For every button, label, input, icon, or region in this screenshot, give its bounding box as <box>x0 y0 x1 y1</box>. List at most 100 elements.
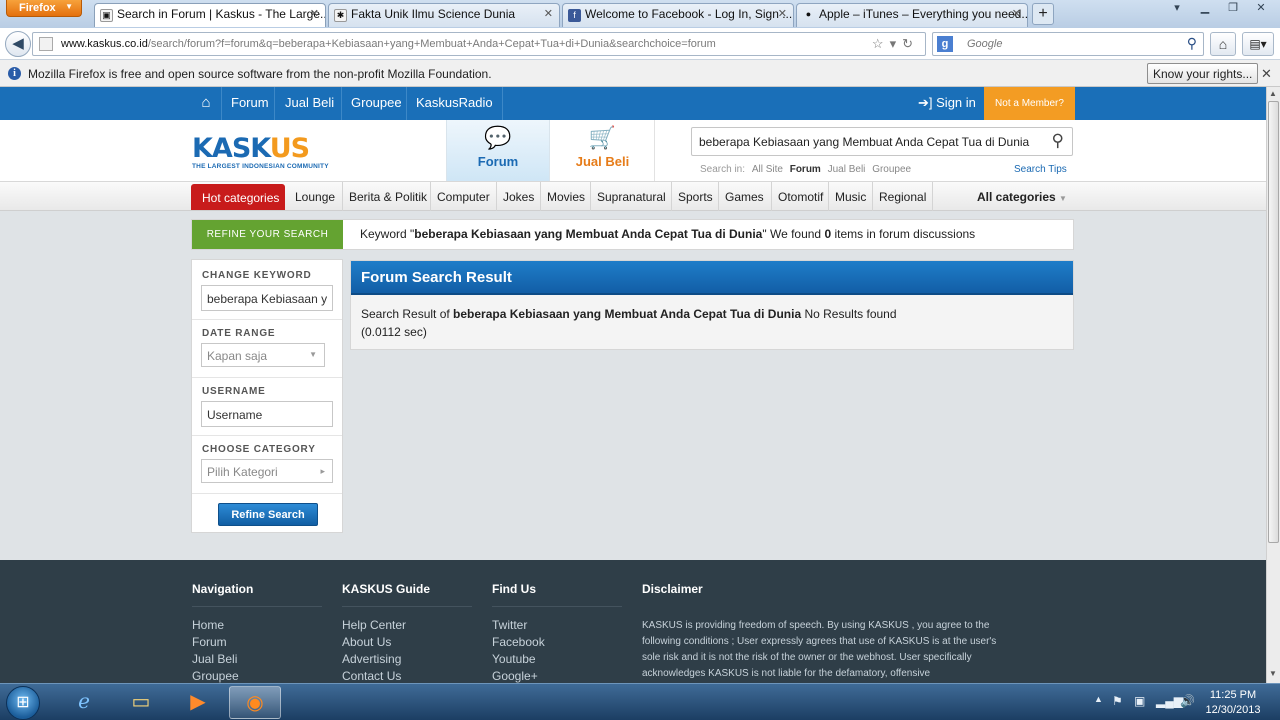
address-bar[interactable]: www.kaskus.co.id/search/forum?f=forum&q=… <box>32 32 926 56</box>
home-button[interactable]: ⌂ <box>1210 32 1236 56</box>
category-games[interactable]: Games <box>718 182 764 211</box>
close-tab-icon[interactable]: ✕ <box>310 7 319 20</box>
topnav-forum[interactable]: Forum <box>221 87 278 120</box>
close-window-icon[interactable]: ✕ <box>1248 1 1274 17</box>
footer-link-twitter[interactable]: Twitter <box>492 618 527 632</box>
search-in-forum[interactable]: Forum <box>790 164 821 175</box>
search-icon[interactable]: ⚲ <box>1052 131 1064 151</box>
footer-link-home[interactable]: Home <box>192 618 224 632</box>
category-berita-politik[interactable]: Berita & Politik <box>342 182 427 211</box>
footer-link-forum[interactable]: Forum <box>192 635 227 649</box>
footer-link-advertising[interactable]: Advertising <box>342 652 401 666</box>
footer-navigation-title: Navigation <box>192 582 254 596</box>
category-music[interactable]: Music <box>828 182 866 211</box>
category-sports[interactable]: Sports <box>671 182 713 211</box>
close-tab-icon[interactable]: ✕ <box>1012 7 1021 20</box>
category-select[interactable]: Pilih Kategori ▸ <box>201 459 333 483</box>
start-button[interactable]: ⊞ <box>6 686 40 720</box>
section-jual-beli-tab[interactable]: 🛒 Jual Beli <box>551 120 655 181</box>
category-bar: Hot categories Lounge Berita & Politik C… <box>0 182 1266 211</box>
tab-fakta-unik[interactable]: ✱ Fakta Unik Ilmu Science Dunia ✕ <box>328 3 560 27</box>
network-signal-icon[interactable]: ▂▄▆ <box>1156 694 1183 708</box>
topnav-groupee[interactable]: Groupee <box>341 87 411 120</box>
device-icon[interactable]: ▣ <box>1134 694 1145 708</box>
tab-facebook[interactable]: f Welcome to Facebook - Log In, Sign ...… <box>562 3 794 27</box>
apple-favicon-icon: ● <box>805 9 812 19</box>
screen: Firefox ▼ ▣ Search in Forum | Kaskus - Th… <box>0 0 1280 720</box>
footer-link-google-plus[interactable]: Google+ <box>492 669 538 683</box>
footer-link-jual-beli[interactable]: Jual Beli <box>192 652 237 666</box>
close-notification-icon[interactable]: ✕ <box>1261 66 1272 82</box>
section-forum-tab[interactable]: 💬 Forum <box>446 120 550 181</box>
divider <box>492 606 622 607</box>
footer-link-about-us[interactable]: About Us <box>342 635 391 649</box>
tab-apple-itunes[interactable]: ● Apple – iTunes – Everything you need..… <box>796 3 1028 27</box>
category-movies[interactable]: Movies <box>540 182 585 211</box>
volume-icon[interactable]: 🔊 <box>1180 694 1195 708</box>
category-computer[interactable]: Computer <box>430 182 490 211</box>
not-member-button[interactable]: Not a Member? <box>984 87 1075 120</box>
home-nav-button[interactable]: ⌂ <box>191 87 221 120</box>
hot-categories-button[interactable]: Hot categories <box>191 184 285 210</box>
change-keyword-label: CHANGE KEYWORD <box>202 270 312 281</box>
category-jokes[interactable]: Jokes <box>496 182 534 211</box>
sign-in-link[interactable]: ➔] Sign in <box>918 87 976 120</box>
tab-list-icon[interactable]: ▾ <box>1164 1 1190 17</box>
search-in-jual-beli[interactable]: Jual Beli <box>828 164 866 175</box>
file-explorer-icon[interactable]: ▭ <box>115 686 167 719</box>
history-dropdown-icon[interactable]: ▾ <box>890 36 903 51</box>
divider <box>192 319 342 320</box>
minimize-icon[interactable]: ▁ <box>1192 1 1218 17</box>
category-otomotif[interactable]: Otomotif <box>771 182 823 211</box>
close-tab-icon[interactable]: ✕ <box>778 7 787 20</box>
kaskus-logo[interactable]: KASKUS THE LARGEST INDONESIAN COMMUNITY <box>192 135 362 175</box>
keyword-input[interactable]: beberapa Kebiasaan y <box>201 285 333 311</box>
footer-link-help-center[interactable]: Help Center <box>342 618 406 632</box>
scroll-up-icon[interactable]: ▲ <box>1269 89 1277 98</box>
restore-icon[interactable]: ❐ <box>1220 1 1246 17</box>
show-hidden-icons-icon[interactable]: ▲ <box>1094 694 1103 704</box>
topnav-jual-beli[interactable]: Jual Beli <box>274 87 344 120</box>
refine-search-button[interactable]: Refine Search <box>218 503 318 526</box>
bookmark-star-icon[interactable]: ☆ <box>872 36 890 51</box>
close-tab-icon[interactable]: ✕ <box>544 7 553 20</box>
footer-link-groupee[interactable]: Groupee <box>192 669 239 683</box>
new-tab-button[interactable]: + <box>1032 3 1054 25</box>
tab-kaskus-search[interactable]: ▣ Search in Forum | Kaskus - The Large..… <box>94 3 326 27</box>
all-categories-dropdown[interactable]: All categories ▼ <box>977 182 1067 211</box>
category-supranatural[interactable]: Supranatural <box>590 182 666 211</box>
result-time: (0.0112 sec) <box>361 325 427 339</box>
scroll-down-icon[interactable]: ▼ <box>1269 669 1277 678</box>
category-lounge[interactable]: Lounge <box>289 182 335 211</box>
firefox-menu-button[interactable]: Firefox ▼ <box>6 0 82 17</box>
site-search-input[interactable]: beberapa Kebiasaan yang Membuat Anda Cep… <box>691 127 1073 156</box>
google-icon[interactable]: g <box>937 36 953 52</box>
scrollbar-thumb[interactable] <box>1268 101 1279 543</box>
search-tips-link[interactable]: Search Tips <box>1014 164 1067 175</box>
vertical-scrollbar[interactable]: ▲ ▼ <box>1266 87 1280 683</box>
flag-icon[interactable]: ⚑ <box>1112 694 1123 708</box>
clock[interactable]: 11:25 PM 12/30/2013 <box>1198 688 1268 718</box>
bookmarks-button[interactable]: ▤▾ <box>1242 32 1274 56</box>
chevron-right-icon: ▸ <box>320 466 325 476</box>
internet-explorer-icon[interactable]: ℯ <box>58 686 110 719</box>
topnav-label: Forum <box>231 95 269 110</box>
topnav-kaskusradio[interactable]: KaskusRadio <box>406 87 503 120</box>
media-player-icon[interactable]: ▶ <box>172 686 224 719</box>
search-icon[interactable]: ⚲ <box>1187 35 1197 52</box>
result-prefix: Search Result of <box>361 307 454 321</box>
reload-icon[interactable]: ↻ <box>902 36 919 51</box>
search-in-all-site[interactable]: All Site <box>752 164 783 175</box>
back-button[interactable]: ◀ <box>5 31 31 57</box>
username-input[interactable]: Username <box>201 401 333 427</box>
footer-link-contact-us[interactable]: Contact Us <box>342 669 401 683</box>
date-range-select[interactable]: Kapan saja ▼ <box>201 343 325 367</box>
know-your-rights-button[interactable]: Know your rights... <box>1147 63 1259 84</box>
firefox-taskbar-icon[interactable]: ◉ <box>229 686 281 719</box>
footer-link-youtube[interactable]: Youtube <box>492 652 536 666</box>
web-search-box[interactable]: g Google ⚲ <box>932 32 1204 56</box>
search-in-groupee[interactable]: Groupee <box>872 164 911 175</box>
footer-link-facebook[interactable]: Facebook <box>492 635 545 649</box>
category-regional[interactable]: Regional <box>872 182 934 211</box>
refine-summary-message: Keyword "beberapa Kebiasaan yang Membuat… <box>360 227 975 241</box>
